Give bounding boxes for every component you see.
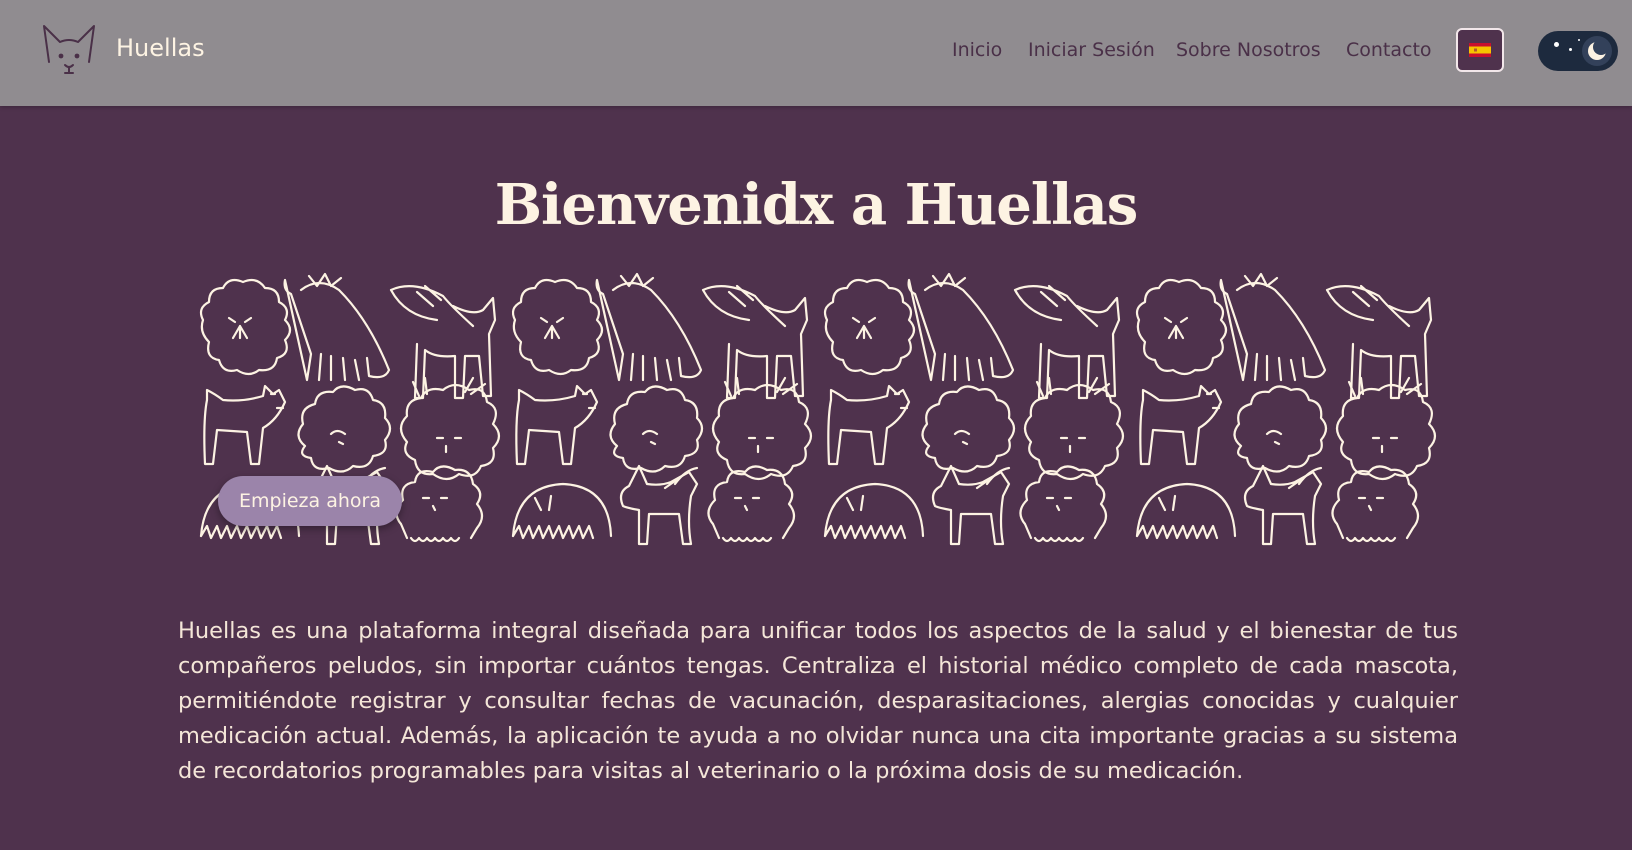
hero-title: Bienvenidx a Huellas [494, 172, 1139, 238]
platform-description: Huellas es una plataforma integral diseñ… [178, 618, 1458, 784]
theme-toggle-knob [1582, 36, 1612, 66]
star-icon [1578, 39, 1580, 41]
nav-link-inicio[interactable]: Inicio [952, 39, 1002, 61]
language-switcher-button[interactable] [1456, 28, 1504, 72]
nav-link-iniciar-sesion[interactable]: Iniciar Sesión [1028, 39, 1155, 61]
navbar: Huellas Inicio Iniciar Sesión Sobre Noso… [0, 0, 1632, 106]
theme-toggle[interactable] [1538, 31, 1618, 71]
brand-name[interactable]: Huellas [116, 34, 205, 62]
nav-link-sobre-nosotros[interactable]: Sobre Nosotros [1176, 39, 1321, 61]
moon-icon [1588, 39, 1609, 60]
start-now-button[interactable]: Empieza ahora [218, 476, 402, 526]
spain-flag-icon [1469, 43, 1491, 57]
star-icon [1554, 42, 1559, 47]
nav-link-contacto[interactable]: Contacto [1346, 39, 1432, 61]
star-icon [1569, 48, 1572, 51]
cat-face-icon[interactable] [40, 22, 98, 78]
